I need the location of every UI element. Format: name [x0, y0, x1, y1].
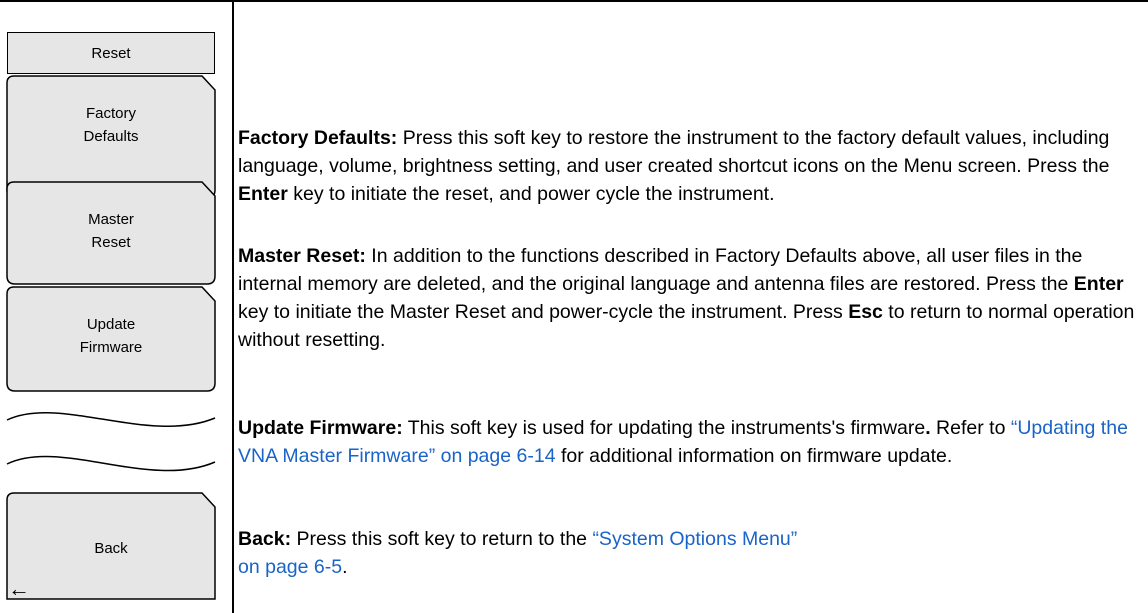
factory-defaults-term: Factory Defaults: — [238, 127, 398, 149]
master-reset-term: Master Reset: — [238, 245, 366, 267]
enter-key-ref: Enter — [238, 183, 288, 205]
update-firmware-text1: This soft key is used for updating the i… — [402, 417, 926, 439]
master-reset-description: Master Reset: In addition to the functio… — [238, 242, 1143, 354]
empty-key-bottom-curve — [6, 455, 216, 472]
factory-defaults-description: Factory Defaults: Press this soft key to… — [238, 124, 1143, 208]
system-options-menu-link[interactable]: “System Options Menu” — [592, 528, 797, 550]
update-firmware-key-line1: Update — [86, 316, 136, 333]
system-options-page-link[interactable]: on page 6-5 — [238, 556, 342, 578]
back-term: Back: — [238, 528, 292, 550]
update-firmware-key[interactable]: Update Firmware — [7, 313, 215, 359]
empty-key-top-curve — [6, 412, 216, 427]
update-firmware-description: Update Firmware: This soft key is used f… — [238, 414, 1143, 470]
update-firmware-key-line2: Firmware — [79, 339, 143, 356]
softkey-shapes — [6, 75, 216, 600]
enter-key-ref: Enter — [1073, 273, 1124, 295]
back-description: Back: Press this soft key to return to t… — [238, 525, 1143, 581]
master-reset-text2: key to initiate the Master Reset and pow… — [238, 301, 849, 323]
factory-defaults-key-line1: Factory — [85, 105, 136, 122]
update-firmware-term: Update Firmware: — [238, 417, 403, 439]
master-reset-key-line1: Master — [88, 211, 134, 228]
update-firmware-text3: for additional information on firmware u… — [555, 445, 953, 467]
master-reset-key-line2: Reset — [91, 234, 131, 251]
back-key[interactable]: Back — [7, 537, 215, 560]
back-text1: Press this soft key to return to the — [291, 528, 593, 550]
back-key-label: Back — [94, 540, 128, 557]
factory-defaults-key-line2: Defaults — [83, 128, 139, 145]
back-text2: . — [342, 556, 348, 578]
master-reset-key[interactable]: Master Reset — [7, 208, 215, 254]
back-arrow-icon: ← — [8, 576, 30, 601]
column-divider — [232, 0, 234, 613]
update-firmware-text2: Refer to — [930, 417, 1011, 439]
esc-key-ref: Esc — [848, 301, 883, 323]
factory-defaults-key[interactable]: Factory Defaults — [7, 102, 215, 148]
factory-defaults-text2: key to initiate the reset, and power cyc… — [287, 183, 775, 205]
